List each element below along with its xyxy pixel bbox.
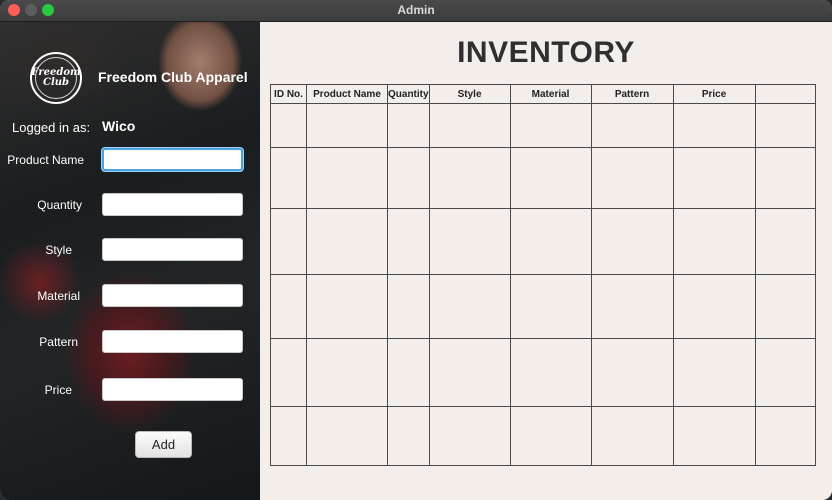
table-cell[interactable] xyxy=(754,103,816,148)
brand-logo: Freedom Club xyxy=(30,52,82,104)
table-row[interactable] xyxy=(270,274,816,339)
style-input[interactable] xyxy=(102,238,243,261)
pattern-label: Pattern xyxy=(39,335,78,349)
table-body xyxy=(270,103,816,466)
table-cell[interactable] xyxy=(387,274,430,339)
material-input[interactable] xyxy=(102,284,243,307)
table-cell[interactable] xyxy=(509,147,592,209)
logged-in-username: Wico xyxy=(102,118,136,134)
table-cell[interactable] xyxy=(387,406,430,466)
table-cell[interactable] xyxy=(754,274,816,339)
table-cell[interactable] xyxy=(428,406,511,466)
pattern-input[interactable] xyxy=(102,330,243,353)
table-cell[interactable] xyxy=(509,406,592,466)
table-cell[interactable] xyxy=(428,103,511,148)
table-cell[interactable] xyxy=(672,274,756,339)
column-header-quantity[interactable]: Quantity xyxy=(387,84,430,104)
table-cell[interactable] xyxy=(306,274,388,339)
column-header-style[interactable]: Style xyxy=(428,84,511,104)
table-cell[interactable] xyxy=(306,406,388,466)
table-cell[interactable] xyxy=(509,274,592,339)
table-cell[interactable] xyxy=(509,208,592,275)
table-cell[interactable] xyxy=(672,147,756,209)
window-title: Admin xyxy=(397,3,435,17)
table-cell[interactable] xyxy=(270,208,307,275)
column-header-material[interactable]: Material xyxy=(509,84,592,104)
table-cell[interactable] xyxy=(270,103,307,148)
column-header-id[interactable]: ID No. xyxy=(270,84,307,104)
table-row[interactable] xyxy=(270,338,816,407)
column-header-price[interactable]: Price xyxy=(672,84,756,104)
table-cell[interactable] xyxy=(590,103,674,148)
product-name-input[interactable] xyxy=(102,148,243,171)
table-cell[interactable] xyxy=(387,147,430,209)
table-cell[interactable] xyxy=(270,274,307,339)
table-cell[interactable] xyxy=(754,208,816,275)
table-row[interactable] xyxy=(270,406,816,466)
table-cell[interactable] xyxy=(306,338,388,407)
price-label: Price xyxy=(44,383,72,397)
quantity-label: Quantity xyxy=(37,198,82,212)
product-name-label: Product Name xyxy=(7,153,84,167)
table-cell[interactable] xyxy=(672,103,756,148)
table-cell[interactable] xyxy=(509,338,592,407)
table-cell[interactable] xyxy=(672,338,756,407)
inventory-title: INVENTORY xyxy=(457,36,635,69)
column-header-product-name[interactable]: Product Name xyxy=(306,84,388,104)
table-cell[interactable] xyxy=(270,406,307,466)
table-cell[interactable] xyxy=(590,274,674,339)
style-label: Style xyxy=(45,243,72,257)
title-bar: Admin xyxy=(0,0,832,22)
table-cell[interactable] xyxy=(387,103,430,148)
column-header-pattern[interactable]: Pattern xyxy=(590,84,674,104)
left-panel: Freedom Club Freedom Club Apparel Logged… xyxy=(0,22,260,500)
table-row[interactable] xyxy=(270,147,816,209)
table-cell[interactable] xyxy=(306,147,388,209)
table-cell[interactable] xyxy=(590,406,674,466)
table-cell[interactable] xyxy=(428,338,511,407)
admin-window: Admin Freedom Club Freedom Club Apparel … xyxy=(0,0,832,500)
table-cell[interactable] xyxy=(306,103,388,148)
column-header-extra[interactable] xyxy=(754,84,816,104)
table-cell[interactable] xyxy=(428,274,511,339)
table-cell[interactable] xyxy=(387,208,430,275)
logged-in-label: Logged in as: xyxy=(12,120,91,135)
table-cell[interactable] xyxy=(428,208,511,275)
table-cell[interactable] xyxy=(387,338,430,407)
inventory-panel: INVENTORY ID No. Product Name Quantity S… xyxy=(260,22,832,500)
table-cell[interactable] xyxy=(270,338,307,407)
table-cell[interactable] xyxy=(672,208,756,275)
table-cell[interactable] xyxy=(754,406,816,466)
table-row[interactable] xyxy=(270,208,816,275)
table-cell[interactable] xyxy=(306,208,388,275)
inventory-table: ID No. Product Name Quantity Style Mater… xyxy=(270,84,816,466)
table-row[interactable] xyxy=(270,103,816,148)
material-label: Material xyxy=(37,289,80,303)
table-cell[interactable] xyxy=(754,338,816,407)
table-cell[interactable] xyxy=(270,147,307,209)
table-cell[interactable] xyxy=(509,103,592,148)
table-cell[interactable] xyxy=(590,147,674,209)
table-header-row: ID No. Product Name Quantity Style Mater… xyxy=(270,84,816,104)
table-cell[interactable] xyxy=(672,406,756,466)
quantity-input[interactable] xyxy=(102,193,243,216)
price-input[interactable] xyxy=(102,378,243,401)
table-cell[interactable] xyxy=(590,208,674,275)
add-button[interactable]: Add xyxy=(135,431,192,458)
brand-name: Freedom Club Apparel xyxy=(98,69,248,85)
table-cell[interactable] xyxy=(590,338,674,407)
table-cell[interactable] xyxy=(428,147,511,209)
table-cell[interactable] xyxy=(754,147,816,209)
logo-text-line2: Club xyxy=(42,77,70,88)
